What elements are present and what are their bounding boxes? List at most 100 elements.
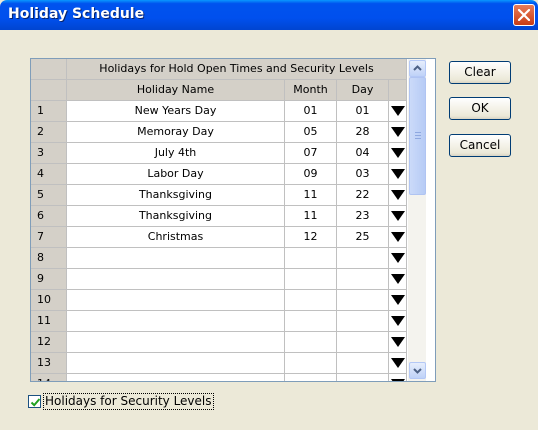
row-number[interactable]: 9 — [31, 269, 67, 290]
holiday-schedule-dialog: Holiday Schedule Holidays for Hold Open … — [0, 0, 538, 430]
column-header-holiday-name[interactable]: Holiday Name — [67, 80, 285, 101]
date-dropdown-button[interactable] — [389, 332, 407, 353]
date-dropdown-button[interactable] — [389, 101, 407, 122]
day-cell[interactable]: 04 — [337, 143, 389, 164]
month-cell[interactable] — [285, 311, 337, 332]
row-number[interactable]: 1 — [31, 101, 67, 122]
date-dropdown-button[interactable] — [389, 164, 407, 185]
date-dropdown-button[interactable] — [389, 248, 407, 269]
holiday-name-cell[interactable]: Thanksgiving — [67, 185, 285, 206]
month-cell[interactable]: 12 — [285, 227, 337, 248]
holidays-grid[interactable]: Holidays for Hold Open Times and Securit… — [30, 58, 436, 382]
scroll-down-button[interactable] — [409, 362, 426, 379]
month-cell[interactable]: 09 — [285, 164, 337, 185]
day-cell[interactable] — [337, 353, 389, 374]
day-cell[interactable] — [337, 248, 389, 269]
month-cell[interactable]: 11 — [285, 185, 337, 206]
month-cell[interactable]: 01 — [285, 101, 337, 122]
group-header-title: Holidays for Hold Open Times and Securit… — [67, 59, 407, 80]
date-dropdown-button[interactable] — [389, 269, 407, 290]
corner-cell — [31, 59, 67, 80]
date-dropdown-button[interactable] — [389, 185, 407, 206]
row-number[interactable]: 13 — [31, 353, 67, 374]
row-number[interactable]: 12 — [31, 332, 67, 353]
row-number[interactable]: 2 — [31, 122, 67, 143]
vertical-scrollbar[interactable] — [408, 59, 426, 381]
grid-column-header: Holiday Name Month Day — [31, 80, 407, 101]
holiday-name-cell[interactable]: July 4th — [67, 143, 285, 164]
holiday-name-cell[interactable] — [67, 374, 285, 381]
table-row: 2 Memoray Day 05 28 — [31, 122, 407, 143]
table-row: 13 — [31, 353, 407, 374]
row-number[interactable]: 10 — [31, 290, 67, 311]
row-number[interactable]: 6 — [31, 206, 67, 227]
security-levels-label[interactable]: Holidays for Security Levels — [43, 393, 214, 410]
table-row: 12 — [31, 332, 407, 353]
column-header-month[interactable]: Month — [285, 80, 337, 101]
date-dropdown-button[interactable] — [389, 227, 407, 248]
holiday-name-cell[interactable]: Christmas — [67, 227, 285, 248]
row-number[interactable]: 8 — [31, 248, 67, 269]
month-cell[interactable] — [285, 374, 337, 381]
clear-button[interactable]: Clear — [449, 61, 511, 84]
holiday-name-cell[interactable] — [67, 290, 285, 311]
holiday-name-cell[interactable]: Labor Day — [67, 164, 285, 185]
table-row: 1 New Years Day 01 01 — [31, 101, 407, 122]
date-dropdown-button[interactable] — [389, 206, 407, 227]
row-number[interactable]: 14 — [31, 374, 67, 381]
day-cell[interactable] — [337, 374, 389, 381]
scroll-thumb[interactable] — [409, 77, 426, 195]
month-cell[interactable]: 11 — [285, 206, 337, 227]
day-cell[interactable]: 01 — [337, 101, 389, 122]
day-cell[interactable]: 22 — [337, 185, 389, 206]
security-levels-checkbox[interactable] — [28, 395, 41, 408]
close-button[interactable] — [513, 4, 535, 26]
column-header-day[interactable]: Day — [337, 80, 389, 101]
day-cell[interactable] — [337, 311, 389, 332]
holiday-name-cell[interactable] — [67, 269, 285, 290]
checkmark-icon — [30, 398, 41, 407]
row-number[interactable]: 7 — [31, 227, 67, 248]
day-cell[interactable]: 28 — [337, 122, 389, 143]
day-cell[interactable] — [337, 269, 389, 290]
day-cell[interactable]: 25 — [337, 227, 389, 248]
cancel-button[interactable]: Cancel — [449, 134, 511, 157]
date-dropdown-button[interactable] — [389, 290, 407, 311]
holiday-name-cell[interactable]: Memoray Day — [67, 122, 285, 143]
holiday-name-cell[interactable]: Thanksgiving — [67, 206, 285, 227]
day-cell[interactable]: 23 — [337, 206, 389, 227]
ok-button[interactable]: OK — [449, 97, 511, 120]
row-number[interactable]: 5 — [31, 185, 67, 206]
row-number[interactable]: 4 — [31, 164, 67, 185]
month-cell[interactable]: 07 — [285, 143, 337, 164]
date-dropdown-button[interactable] — [389, 122, 407, 143]
table-row: 3 July 4th 07 04 — [31, 143, 407, 164]
row-number[interactable]: 11 — [31, 311, 67, 332]
scroll-up-button[interactable] — [409, 60, 426, 77]
holiday-name-cell[interactable] — [67, 332, 285, 353]
holiday-name-cell[interactable] — [67, 353, 285, 374]
holiday-name-cell[interactable]: New Years Day — [67, 101, 285, 122]
day-cell[interactable]: 03 — [337, 164, 389, 185]
date-dropdown-button[interactable] — [389, 143, 407, 164]
table-row: 5 Thanksgiving 11 22 — [31, 185, 407, 206]
date-dropdown-button[interactable] — [389, 353, 407, 374]
row-number[interactable]: 3 — [31, 143, 67, 164]
date-dropdown-button[interactable] — [389, 311, 407, 332]
title-bar: Holiday Schedule — [0, 0, 538, 30]
month-cell[interactable] — [285, 332, 337, 353]
holiday-name-cell[interactable] — [67, 248, 285, 269]
month-cell[interactable] — [285, 248, 337, 269]
month-cell[interactable]: 05 — [285, 122, 337, 143]
month-cell[interactable] — [285, 290, 337, 311]
thumb-grip — [415, 132, 421, 133]
dropdown-arrow-icon — [391, 106, 405, 116]
day-cell[interactable] — [337, 290, 389, 311]
day-cell[interactable] — [337, 332, 389, 353]
table-row: 6 Thanksgiving 11 23 — [31, 206, 407, 227]
holiday-name-cell[interactable] — [67, 311, 285, 332]
date-dropdown-button[interactable] — [389, 374, 407, 381]
month-cell[interactable] — [285, 269, 337, 290]
table-row: 14 — [31, 374, 407, 381]
month-cell[interactable] — [285, 353, 337, 374]
